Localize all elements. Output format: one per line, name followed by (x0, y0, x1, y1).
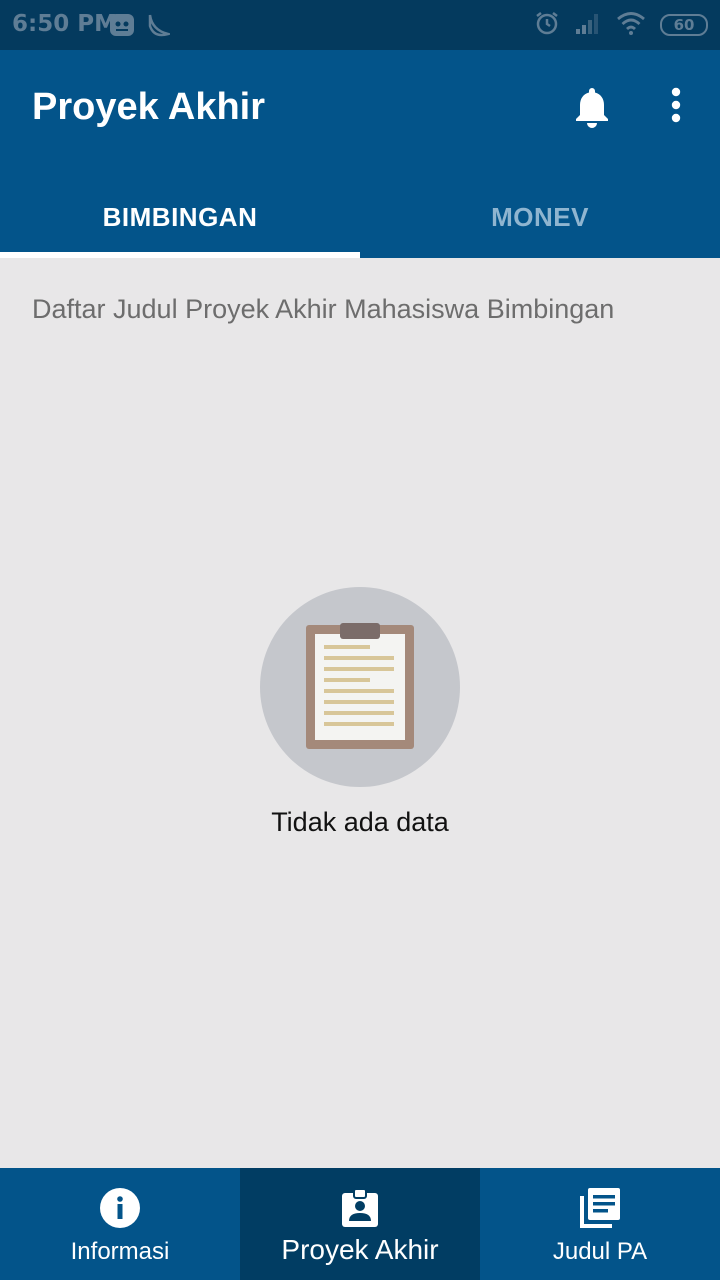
empty-state-text: Tidak ada data (271, 807, 449, 837)
alarm-icon (534, 10, 560, 41)
battery-icon: 60 (660, 14, 708, 36)
badge-icon (338, 1186, 382, 1230)
nav-label-proyek-akhir: Proyek Akhir (281, 1234, 439, 1265)
moon-icon (146, 12, 173, 43)
battery-level: 60 (673, 16, 695, 34)
status-bar: 6:50 PM 60 (0, 0, 720, 50)
tab-bimbingan-label: BIMBINGAN (102, 201, 258, 232)
tab-bimbingan[interactable]: BIMBINGAN (0, 176, 360, 258)
nav-label-judul-pa: Judul PA (552, 1238, 648, 1265)
bottom-nav: Informasi Proyek Akhir Judul PA (0, 1168, 720, 1280)
more-vert-icon[interactable] (660, 84, 692, 128)
empty-state-illustration (260, 587, 460, 787)
tab-monev-label: MONEV (491, 201, 589, 232)
nav-item-judul-pa[interactable]: Judul PA (480, 1168, 720, 1280)
library-books-icon (578, 1186, 622, 1230)
signal-icon (574, 11, 602, 40)
status-icons: 60 (534, 10, 708, 41)
clipboard-icon (306, 623, 414, 749)
main-content[interactable]: Daftar Judul Proyek Akhir Mahasiswa Bimb… (0, 258, 720, 1168)
nav-label-informasi: Informasi (70, 1238, 170, 1265)
nav-item-proyek-akhir[interactable]: Proyek Akhir (240, 1168, 480, 1280)
notification-app-icon (108, 12, 136, 43)
info-icon (98, 1186, 142, 1230)
app-bar: Proyek Akhir BIMBINGAN MONEV (0, 50, 720, 258)
app-title: Proyek Akhir (32, 86, 266, 128)
wifi-icon (616, 11, 646, 40)
nav-item-informasi[interactable]: Informasi (0, 1168, 240, 1280)
section-heading: Daftar Judul Proyek Akhir Mahasiswa Bimb… (32, 294, 615, 324)
tab-monev[interactable]: MONEV (360, 176, 720, 258)
bell-icon[interactable] (572, 84, 612, 128)
status-time: 6:50 PM (12, 11, 117, 37)
